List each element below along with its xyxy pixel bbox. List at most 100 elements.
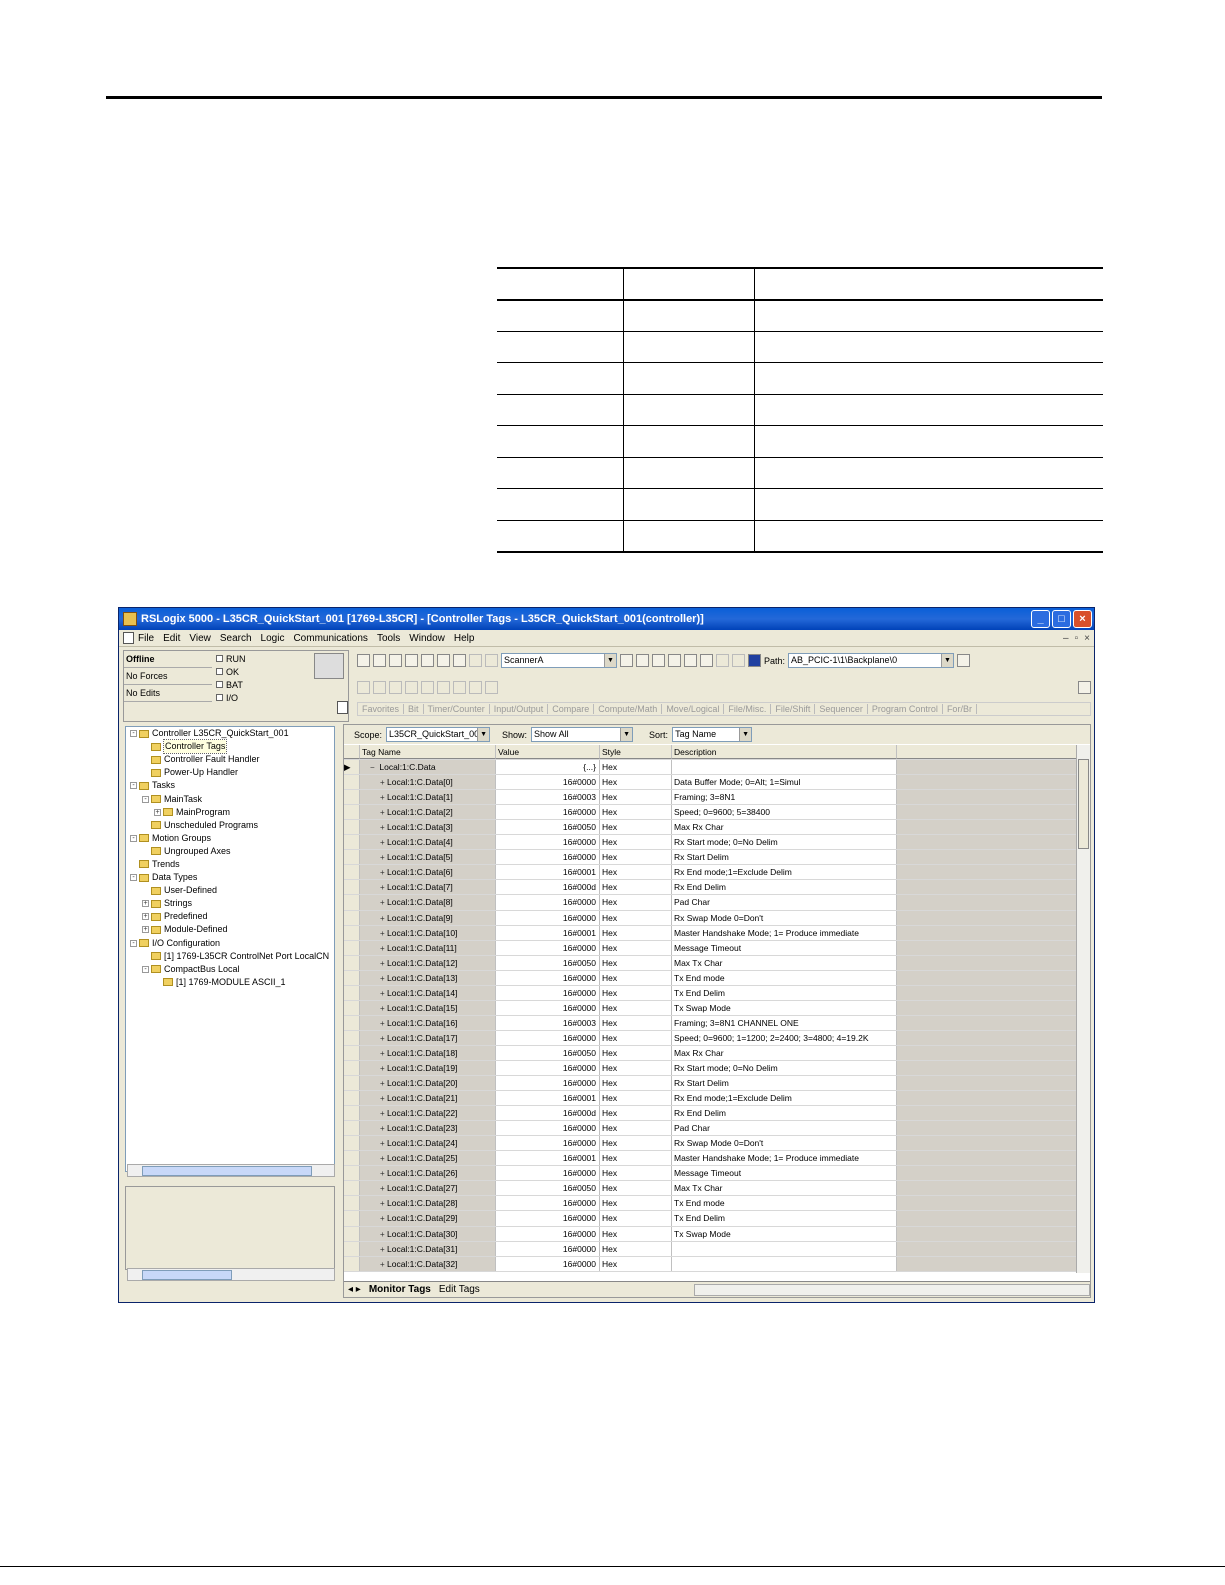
- table-row[interactable]: + Local:1:C.Data[5] 16#0000 Hex Rx Start Del…: [344, 850, 1078, 866]
- tag-name-cell[interactable]: + Local:1:C.Data[11]: [360, 940, 496, 955]
- tag-description-cell[interactable]: Rx Start Delim: [672, 850, 897, 865]
- expand-icon[interactable]: +: [380, 1152, 387, 1165]
- tag-name-cell[interactable]: + Local:1:C.Data[7]: [360, 880, 496, 895]
- tag-description-cell[interactable]: Master Handshake Mode; 1= Produce immedi…: [672, 925, 897, 940]
- tag-value-cell[interactable]: 16#0001: [496, 865, 600, 880]
- tag-value-cell[interactable]: 16#0000: [496, 1121, 600, 1136]
- tab-edit-tags[interactable]: Edit Tags: [435, 1284, 484, 1295]
- menu-window[interactable]: Window: [409, 633, 445, 644]
- tag-style-cell[interactable]: Hex: [600, 1030, 672, 1045]
- expand-icon[interactable]: +: [380, 821, 387, 834]
- collapse-icon[interactable]: -: [130, 834, 137, 842]
- tag-description-cell[interactable]: Rx Start Delim: [672, 1076, 897, 1091]
- collapse-icon[interactable]: -: [130, 782, 137, 790]
- scroll-left-icon[interactable]: [357, 681, 370, 694]
- expand-icon[interactable]: +: [380, 836, 387, 849]
- tag-value-cell[interactable]: 16#0050: [496, 820, 600, 835]
- otu-icon[interactable]: [485, 681, 498, 694]
- tag-value-cell[interactable]: 16#0001: [496, 1151, 600, 1166]
- expand-icon[interactable]: +: [154, 808, 161, 816]
- table-row[interactable]: + Local:1:C.Data[14] 16#0000 Hex Tx End Deli…: [344, 985, 1078, 1001]
- expand-icon[interactable]: +: [380, 957, 387, 970]
- tag-description-cell[interactable]: Pad Char: [672, 895, 897, 910]
- expand-icon[interactable]: +: [380, 942, 387, 955]
- tag-description-cell[interactable]: [672, 1241, 897, 1256]
- tag-value-cell[interactable]: 16#0000: [496, 1241, 600, 1256]
- tag-style-cell[interactable]: Hex: [600, 1151, 672, 1166]
- zoom-in-icon[interactable]: [716, 654, 729, 667]
- tag-description-cell[interactable]: Message Timeout: [672, 1166, 897, 1181]
- parent-tag-row[interactable]: ▶ − Local:1:C.Data {...} Hex: [344, 760, 1078, 776]
- tag-description-cell[interactable]: Framing; 3=8N1 CHANNEL ONE: [672, 1015, 897, 1030]
- tag-name-cell[interactable]: + Local:1:C.Data[32]: [360, 1256, 496, 1271]
- expand-icon[interactable]: +: [380, 1167, 387, 1180]
- tab-sequencer[interactable]: Sequencer: [815, 704, 868, 714]
- chevron-down-icon[interactable]: ▼: [941, 654, 954, 667]
- collapse-icon[interactable]: -: [142, 965, 149, 973]
- expand-icon[interactable]: +: [380, 881, 387, 894]
- parent-tag-value[interactable]: {...}: [496, 760, 600, 775]
- tag-value-cell[interactable]: 16#0000: [496, 775, 600, 790]
- tag-style-cell[interactable]: Hex: [600, 1000, 672, 1015]
- menu-edit[interactable]: Edit: [163, 633, 180, 644]
- tag-value-cell[interactable]: 16#0050: [496, 1045, 600, 1060]
- tag-value-cell[interactable]: 16#0003: [496, 1015, 600, 1030]
- grid-vertical-scrollbar[interactable]: [1076, 745, 1090, 1273]
- tree-node[interactable]: - I/O Configuration: [126, 937, 334, 950]
- mode-status[interactable]: Offline: [124, 651, 212, 668]
- header-description[interactable]: Description: [672, 745, 897, 760]
- expand-icon[interactable]: +: [380, 1107, 387, 1120]
- table-row[interactable]: + Local:1:C.Data[26] 16#0000 Hex Message Tim…: [344, 1166, 1078, 1182]
- show-combo[interactable]: Show All ▼: [531, 727, 634, 742]
- detail-scrollbar[interactable]: [127, 1268, 335, 1281]
- tag-style-cell[interactable]: Hex: [600, 1181, 672, 1196]
- expand-icon[interactable]: +: [380, 1182, 387, 1195]
- table-row[interactable]: + Local:1:C.Data[16] 16#0003 Hex Framing; 3=…: [344, 1015, 1078, 1031]
- tag-value-cell[interactable]: 16#000d: [496, 1106, 600, 1121]
- tag-description-cell[interactable]: Max Rx Char: [672, 1045, 897, 1060]
- table-row[interactable]: + Local:1:C.Data[18] 16#0050 Hex Max Rx Char: [344, 1045, 1078, 1061]
- tag-style-cell[interactable]: Hex: [600, 1106, 672, 1121]
- tag-description-cell[interactable]: Rx End mode;1=Exclude Delim: [672, 865, 897, 880]
- tag-style-cell[interactable]: Hex: [600, 1241, 672, 1256]
- edits-status[interactable]: No Edits: [124, 685, 212, 702]
- tab-compare[interactable]: Compare: [548, 704, 595, 714]
- tag-style-cell[interactable]: Hex: [600, 1166, 672, 1181]
- tag-name-cell[interactable]: + Local:1:C.Data[8]: [360, 895, 496, 910]
- tag-style-cell[interactable]: Hex: [600, 1211, 672, 1226]
- tag-style-cell[interactable]: Hex: [600, 955, 672, 970]
- tag-style-cell[interactable]: Hex: [600, 1121, 672, 1136]
- tag-description-cell[interactable]: Tx End mode: [672, 970, 897, 985]
- mdi-restore-icon[interactable]: ▫: [1075, 633, 1079, 644]
- tag-value-cell[interactable]: 16#0000: [496, 1166, 600, 1181]
- tag-description-cell[interactable]: Rx End Delim: [672, 1106, 897, 1121]
- tag-value-cell[interactable]: 16#0000: [496, 1196, 600, 1211]
- minimize-button[interactable]: _: [1031, 610, 1050, 628]
- expand-icon[interactable]: +: [142, 900, 149, 908]
- maximize-button[interactable]: □: [1052, 610, 1071, 628]
- tag-value-cell[interactable]: 16#0000: [496, 1211, 600, 1226]
- branch-icon[interactable]: [389, 681, 402, 694]
- parent-tag-style[interactable]: Hex: [600, 760, 672, 775]
- tag-value-cell[interactable]: 16#0000: [496, 1000, 600, 1015]
- tag-style-cell[interactable]: Hex: [600, 850, 672, 865]
- tag-style-cell[interactable]: Hex: [600, 985, 672, 1000]
- tab-compute-math[interactable]: Compute/Math: [594, 704, 663, 714]
- xic-icon[interactable]: [421, 681, 434, 694]
- tag-style-cell[interactable]: Hex: [600, 1060, 672, 1076]
- expand-icon[interactable]: +: [380, 1258, 387, 1271]
- expand-icon[interactable]: +: [380, 851, 387, 864]
- expand-icon[interactable]: +: [380, 1137, 387, 1150]
- tag-style-cell[interactable]: Hex: [600, 790, 672, 805]
- properties-icon[interactable]: [668, 654, 681, 667]
- collapse-icon[interactable]: -: [142, 795, 149, 803]
- tag-name-cell[interactable]: + Local:1:C.Data[12]: [360, 955, 496, 970]
- tag-name-cell[interactable]: + Local:1:C.Data[13]: [360, 970, 496, 985]
- tag-name-cell[interactable]: + Local:1:C.Data[27]: [360, 1181, 496, 1196]
- tag-style-cell[interactable]: Hex: [600, 895, 672, 910]
- chevron-down-icon[interactable]: ▼: [739, 728, 752, 741]
- table-row[interactable]: + Local:1:C.Data[3] 16#0050 Hex Max Rx Char: [344, 820, 1078, 836]
- header-tag-name[interactable]: Tag Name: [360, 745, 496, 760]
- table-row[interactable]: + Local:1:C.Data[32] 16#0000 Hex: [344, 1256, 1078, 1272]
- save-icon[interactable]: [389, 654, 402, 667]
